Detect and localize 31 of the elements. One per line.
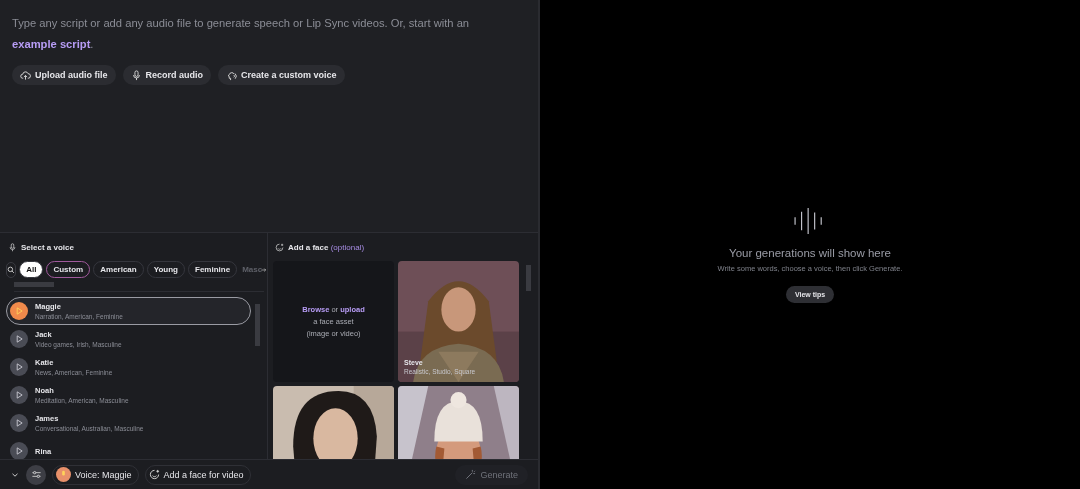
sliders-icon: [30, 469, 42, 480]
scrollbar-thumb[interactable]: [14, 282, 54, 287]
script-placeholder: Type any script or add any audio file to generate speech or Lip Sync videos. Or, start with an example script.: [12, 16, 471, 52]
section-title: Select a voice: [21, 242, 74, 252]
microphone-icon: [130, 69, 142, 81]
filter-chip[interactable]: Custom: [46, 261, 91, 278]
filter-chip[interactable]: All: [19, 261, 44, 278]
cloud-upload-icon: [20, 69, 31, 81]
action-button[interactable]: Record audio: [122, 65, 212, 85]
play-icon: [10, 358, 28, 376]
action-button[interactable]: Create a custom voice: [218, 65, 345, 85]
face-icon: [275, 242, 284, 252]
play-icon: [10, 442, 28, 459]
scrollbar-thumb[interactable]: [255, 304, 260, 346]
microphone-icon: [8, 242, 17, 252]
magic-wand-icon: [465, 469, 477, 480]
section-title: Add a face (optional): [288, 242, 365, 252]
play-icon: [10, 330, 28, 348]
empty-state-title: Your generations will show here: [729, 247, 891, 259]
scrollbar-thumb[interactable]: [526, 265, 531, 291]
filter-chip[interactable]: American: [93, 261, 144, 278]
action-button[interactable]: Upload audio file: [12, 65, 116, 85]
settings-button[interactable]: [26, 464, 46, 485]
play-icon: [10, 414, 28, 432]
voice-avatar-icon: [56, 467, 71, 482]
play-icon: [10, 386, 28, 404]
head-sound-icon: [226, 69, 238, 81]
filter-chip[interactable]: Young: [146, 261, 185, 278]
face-icon: [148, 469, 160, 480]
play-icon: [10, 302, 28, 320]
filter-chip[interactable]: Feminine: [188, 261, 238, 278]
